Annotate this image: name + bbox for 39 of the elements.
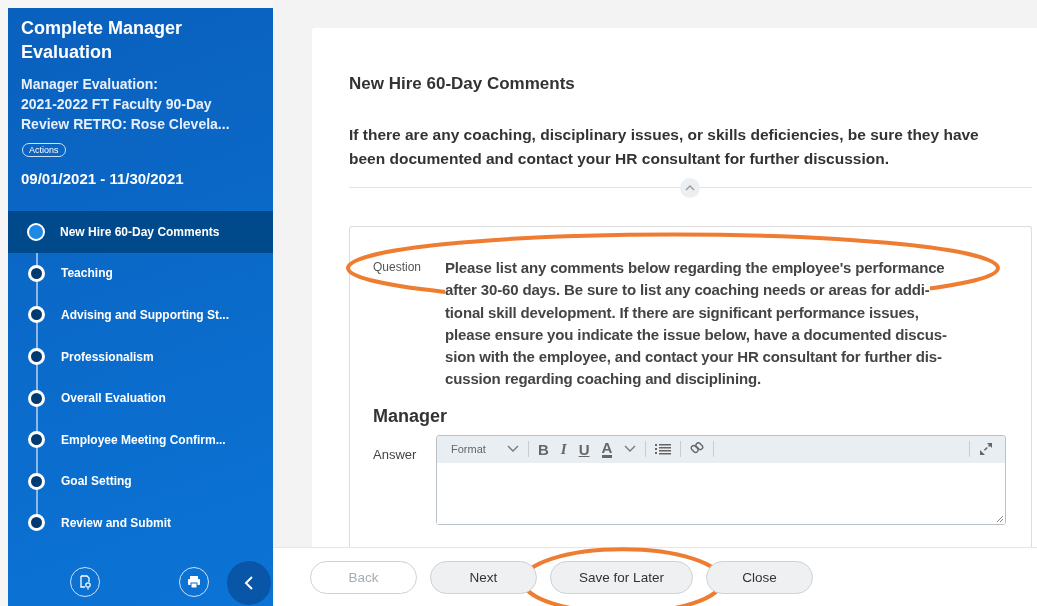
subtitle-line: Review RETRO: Rose Clevela... <box>21 115 231 134</box>
step-item[interactable]: Goal Setting <box>8 460 273 503</box>
step-item[interactable]: Overall Evaluation <box>8 377 273 419</box>
step-dot-icon <box>28 389 45 407</box>
manager-heading: Manager <box>373 404 449 427</box>
answer-label: Answer <box>373 445 418 464</box>
instruction-text: If there are any coaching, disciplinary issues, or skills deficiencies, be sure they have been documented and contact your HR consultant for further discussion. <box>349 125 980 169</box>
format-dropdown[interactable]: Format <box>445 438 525 461</box>
step-dot-icon <box>28 472 45 490</box>
chevron-down-icon <box>624 445 637 454</box>
subtitle-line: 2021-2022 FT Faculty 90-Day <box>21 95 213 114</box>
step-dot-icon <box>28 514 45 532</box>
italic-button[interactable]: I <box>554 438 573 461</box>
step-item[interactable]: Review and Submit <box>8 502 273 544</box>
step-item[interactable]: Professionalism <box>8 335 273 378</box>
footer-button[interactable]: Close <box>706 560 813 594</box>
question-label: Question <box>373 259 423 276</box>
subtitle-line: Manager Evaluation: <box>21 75 159 94</box>
question-text: Please list any comments below regarding the employee's performance after 30-60 days. Be sure to list any coaching needs or areas for addi- tional skill development. If there are significant performance issues, please ensure you indicate the issue below, have a documented discus- sion with the employee, and contact your HR consultant for further dis- cussion regarding coaching and disciplining. <box>445 257 947 391</box>
step-item[interactable]: Advising and Supporting St... <box>8 294 273 336</box>
step-item[interactable]: Employee Meeting Confirm... <box>8 418 273 461</box>
step-dot-icon <box>28 348 45 366</box>
chevron-down-icon <box>507 445 519 454</box>
bold-button[interactable]: B <box>532 438 555 461</box>
step-item[interactable]: New Hire 60-Day Comments <box>8 211 273 253</box>
text-color-button[interactable]: A <box>595 438 643 461</box>
step-dot-icon <box>27 222 45 241</box>
section-heading: New Hire 60-Day Comments <box>349 73 576 95</box>
step-item[interactable]: Teaching <box>8 252 273 295</box>
step-dot-icon <box>28 306 45 324</box>
footer-button[interactable]: Next <box>430 560 537 594</box>
chevron-up-icon <box>684 183 696 193</box>
date-range: 09/01/2021 - 11/30/2021 <box>21 169 185 189</box>
step-dot-icon <box>28 431 45 449</box>
step-dot-icon <box>28 264 45 282</box>
underline-button[interactable]: U <box>572 438 596 461</box>
answer-editor[interactable]: Format B I U A <box>436 434 1006 525</box>
footer-button[interactable]: Save for Later <box>550 560 693 594</box>
page-title: Complete Manager Evaluation <box>21 17 184 64</box>
